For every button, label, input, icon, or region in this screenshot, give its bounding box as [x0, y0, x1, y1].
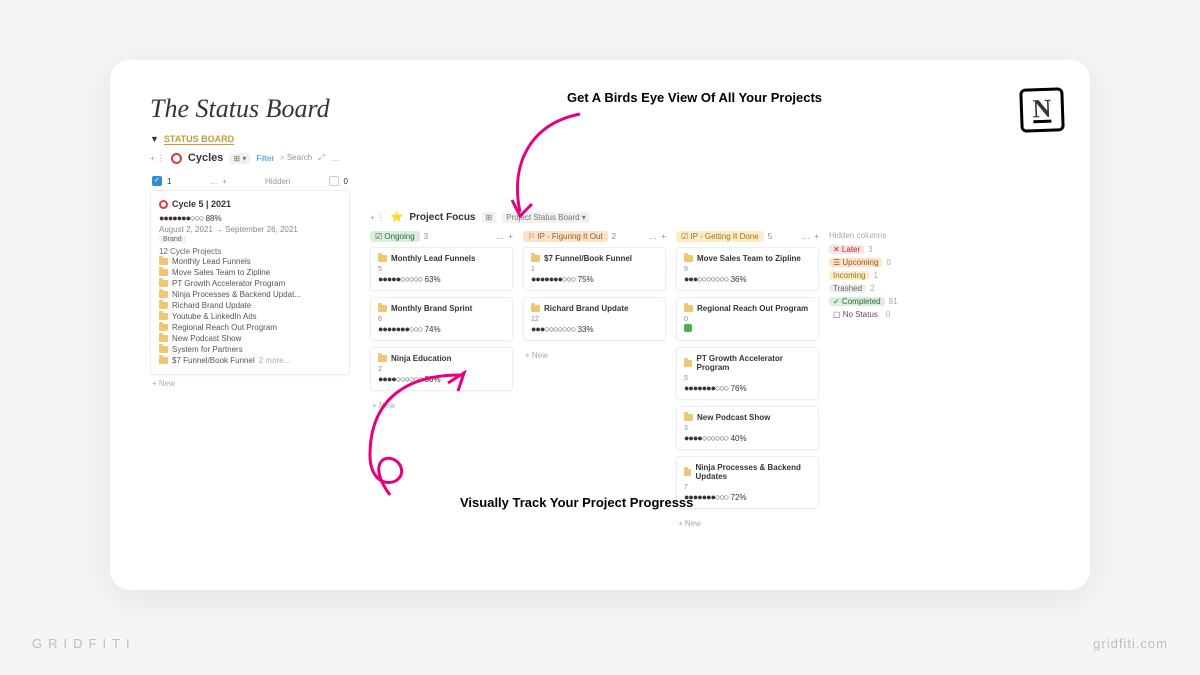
screenshot-frame: Get A Birds Eye View Of All Your Project…	[110, 60, 1090, 590]
folder-icon	[159, 258, 168, 265]
column-header[interactable]: ⚐ IP - Figuring It Out 2 … +	[523, 231, 666, 242]
board-view-switcher[interactable]: Project Status Board ▾	[502, 212, 590, 223]
project-card[interactable]: Move Sales Team to Zipline 9 ●●●○○○○○○○ …	[676, 247, 819, 291]
folder-icon	[531, 255, 540, 262]
add-view-icon[interactable]: + ⋮	[370, 213, 385, 222]
folder-icon	[159, 269, 168, 276]
board-view-icon: ⊞	[482, 212, 497, 223]
new-card-button[interactable]: + New	[370, 397, 513, 414]
folder-icon	[159, 280, 168, 287]
project-card[interactable]: New Podcast Show 3 ●●●●○○○○○○ 40%	[676, 406, 819, 450]
cycles-db-title[interactable]: Cycles	[188, 152, 223, 164]
new-card-button[interactable]: + New	[676, 515, 819, 532]
cycle-dates: August 2, 2021 → September 26, 2021	[159, 225, 341, 234]
project-focus-title[interactable]: Project Focus	[409, 212, 475, 223]
project-card[interactable]: Ninja Education 2 ●●●●○○○○○○ 50%	[370, 347, 513, 391]
folder-icon	[684, 305, 693, 312]
cycle-project-line[interactable]: Regional Reach Out Program	[159, 322, 341, 333]
folder-icon	[684, 414, 693, 421]
add-view-icon[interactable]: + ⋮	[150, 154, 165, 163]
notion-logo-icon: N	[1019, 87, 1065, 133]
kanban-column-getting: ☑ IP - Getting It Done 5 … + Move Sales …	[676, 231, 819, 532]
hidden-status-incoming[interactable]: Incoming1	[829, 271, 931, 280]
cycles-column: 1 … + Hidden 0 Cycle 5 | 2021 ●●●●●●●○○○…	[150, 172, 350, 392]
star-icon: ⭐	[391, 212, 403, 223]
brand-footer-left: GRIDFITI	[32, 636, 136, 651]
view-switcher[interactable]: ⊞ ▾	[229, 153, 250, 164]
search-button[interactable]: ⌕ Search	[280, 153, 312, 163]
more-icon[interactable]: …	[331, 154, 339, 163]
hidden-status-nostatus[interactable]: ▢ No Status0	[829, 310, 931, 319]
board-area: + ⋮ ⭐ Project Focus ⊞ Project Status Boa…	[370, 172, 1050, 532]
hidden-status-later[interactable]: ✕ Later3	[829, 245, 931, 254]
brand-footer-right: gridfiti.com	[1093, 636, 1168, 651]
folder-icon	[378, 355, 387, 362]
project-card[interactable]: Ninja Processes & Backend Updates 7 ●●●●…	[676, 456, 819, 509]
brand-tag: Brand	[159, 236, 186, 243]
folder-icon	[159, 313, 168, 320]
hidden-status-trashed[interactable]: Trashed2	[829, 284, 931, 293]
folder-icon	[684, 469, 691, 476]
folder-icon	[159, 335, 168, 342]
column-header[interactable]: ☑ IP - Getting It Done 5 … +	[676, 231, 819, 242]
new-cycle-button[interactable]: + New	[150, 375, 350, 392]
expand-icon[interactable]: ⤢	[318, 153, 324, 163]
column-header[interactable]: ☑ Ongoing 3 … +	[370, 231, 513, 242]
unchecked-count: 0	[344, 177, 348, 186]
cycle-card[interactable]: Cycle 5 | 2021 ●●●●●●●○○○ 88% August 2, …	[150, 190, 350, 375]
folder-icon	[159, 302, 168, 309]
cycle-project-line[interactable]: Move Sales Team to Zipline	[159, 267, 341, 278]
filter-button[interactable]: Filter	[256, 154, 274, 163]
folder-icon	[684, 360, 692, 367]
hidden-columns-header[interactable]: Hidden columns	[829, 231, 931, 240]
project-card[interactable]: $7 Funnel/Book Funnel 1 ●●●●●●●○○○ 75%	[523, 247, 666, 291]
cycle-project-line[interactable]: PT Growth Accelerator Program	[159, 278, 341, 289]
folder-icon	[159, 291, 168, 298]
cycles-icon	[171, 153, 182, 164]
project-card[interactable]: PT Growth Accelerator Program 5 ●●●●●●●○…	[676, 347, 819, 400]
filter-unchecked-checkbox[interactable]	[329, 176, 339, 186]
project-card[interactable]: Monthly Brand Sprint 6 ●●●●●●●○○○ 74%	[370, 297, 513, 341]
cycle-project-line[interactable]: Richard Brand Update	[159, 300, 341, 311]
project-card[interactable]: Monthly Lead Funnels 5 ●●●●●○○○○○ 63%	[370, 247, 513, 291]
cycle-projects-count: 12 Cycle Projects	[159, 247, 341, 256]
cycles-db-header: + ⋮ Cycles ⊞ ▾ Filter ⌕ Search ⤢ …	[150, 152, 1050, 164]
page-title: The Status Board	[150, 94, 330, 124]
hidden-status-upcoming[interactable]: ☰ Upcoming0	[829, 258, 931, 267]
check-icon	[684, 324, 692, 332]
annotation-top: Get A Birds Eye View Of All Your Project…	[567, 90, 822, 105]
cycle-project-line[interactable]: System for Partners	[159, 344, 341, 355]
folder-icon	[159, 324, 168, 331]
new-card-button[interactable]: + New	[523, 347, 666, 364]
cycle-project-line[interactable]: Monthly Lead Funnels	[159, 256, 341, 267]
folder-icon	[531, 305, 540, 312]
hidden-columns: Hidden columns ✕ Later3 ☰ Upcoming0 Incomi…	[829, 231, 931, 323]
kanban-column-figuring: ⚐ IP - Figuring It Out 2 … + $7 Funnel/B…	[523, 231, 666, 364]
annotation-bottom: Visually Track Your Project Progresss	[460, 495, 693, 510]
cycle-icon	[159, 200, 168, 209]
project-card[interactable]: Richard Brand Update 12 ●●●○○○○○○○ 33%	[523, 297, 666, 341]
hidden-label[interactable]: Hidden	[265, 177, 290, 186]
status-board-toggle[interactable]: ▼ STATUS BOARD	[150, 134, 1050, 144]
col-actions[interactable]: … +	[210, 177, 227, 186]
cycle-project-line[interactable]: New Podcast Show	[159, 333, 341, 344]
folder-icon	[378, 255, 387, 262]
folder-icon	[159, 357, 168, 364]
filter-checked-checkbox[interactable]	[152, 176, 162, 186]
kanban-column-ongoing: ☑ Ongoing 3 … + Monthly Lead Funnels 5 ●…	[370, 231, 513, 414]
checked-count: 1	[167, 177, 171, 186]
cycle-project-line[interactable]: Ninja Processes & Backend Updat...	[159, 289, 341, 300]
hidden-status-completed[interactable]: ✓ Completed81	[829, 297, 931, 306]
folder-icon	[378, 305, 387, 312]
folder-icon	[684, 255, 693, 262]
cycle-project-line[interactable]: Youtube & LinkedIn Ads	[159, 311, 341, 322]
folder-icon	[159, 346, 168, 353]
project-card[interactable]: Regional Reach Out Program 0	[676, 297, 819, 341]
